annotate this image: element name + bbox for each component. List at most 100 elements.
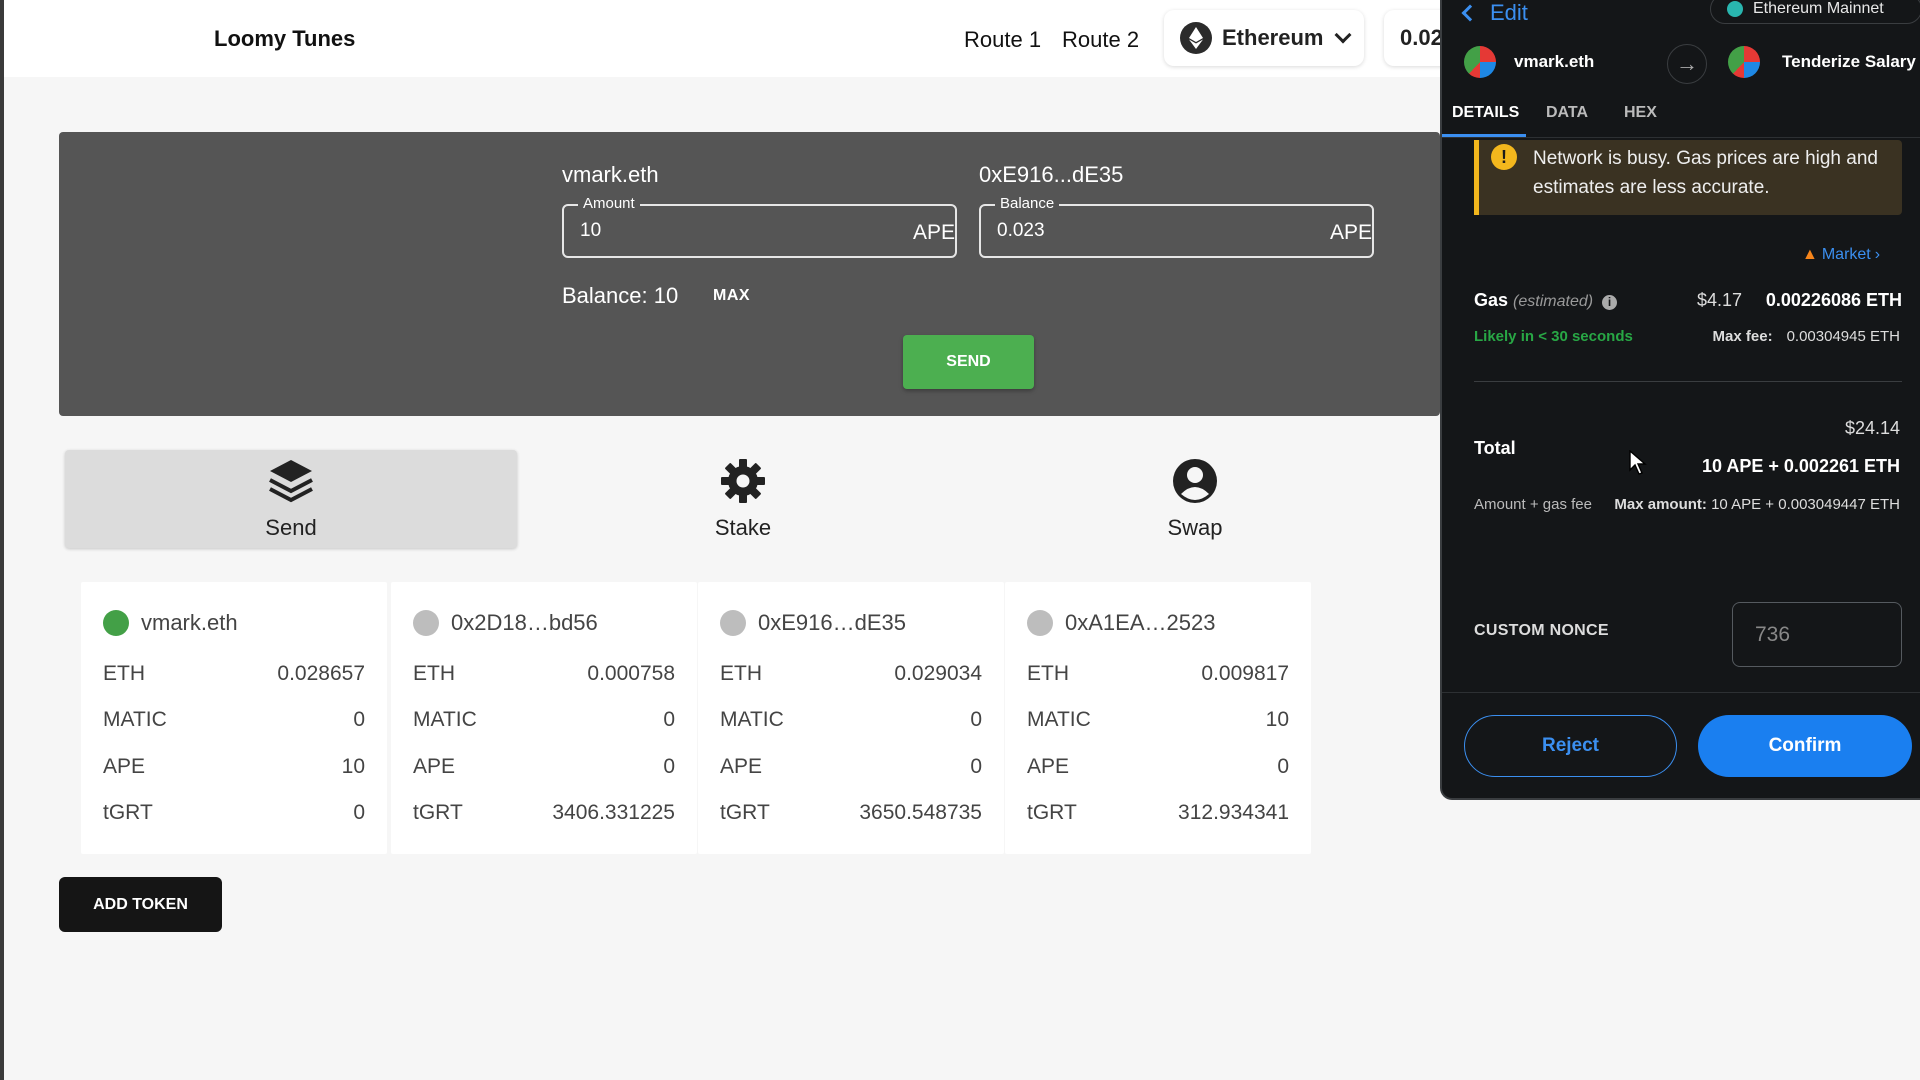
action-stake[interactable]: Stake (517, 450, 969, 548)
nav-route-2[interactable]: Route 2 (1062, 27, 1139, 53)
info-icon[interactable]: i (1602, 295, 1618, 310)
action-send-label: Send (265, 514, 317, 540)
network-selector[interactable]: Ethereum (1164, 10, 1364, 66)
token-symbol: ETH (720, 662, 762, 685)
tab-details[interactable]: DETAILS (1452, 104, 1519, 122)
tab-data[interactable]: DATA (1546, 104, 1588, 122)
to-account[interactable]: Tenderize Salary (1782, 52, 1916, 72)
account-name: vmark.eth (141, 610, 238, 635)
token-symbol: APE (1027, 755, 1070, 778)
avatar (1464, 46, 1496, 78)
edit-link[interactable]: Edit (1461, 0, 1528, 26)
token-symbol: tGRT (1027, 801, 1077, 824)
gas-label-text: Gas (1474, 290, 1509, 310)
action-swap[interactable]: Swap (969, 450, 1421, 548)
account-card[interactable]: 0xA1EA…2523 ETH 0.009817 MATIC 10 APE 0 tGR… (1005, 582, 1311, 854)
ethereum-icon (1180, 22, 1212, 54)
gas-row: Gas (estimated) i $4.17 0.00226086 ETH (1474, 290, 1902, 316)
gear-icon (720, 458, 766, 509)
token-row: tGRT 3650.548735 (720, 801, 982, 831)
token-row: APE 0 (1027, 755, 1289, 785)
custom-nonce-input[interactable] (1732, 602, 1902, 667)
app-brand[interactable]: Loomy Tunes (214, 26, 355, 52)
gas-usd: $4.17 (1696, 290, 1742, 310)
user-icon (1172, 458, 1218, 509)
arrow-right-icon: → (1667, 44, 1707, 84)
avatar (1728, 46, 1760, 78)
custom-nonce-label: CUSTOM NONCE (1474, 622, 1609, 639)
account-card[interactable]: vmark.eth ETH 0.028657 MATIC 0 APE 10 tGRT 0 (81, 582, 387, 854)
max-fee: Max fee: 0.00304945 ETH (1713, 328, 1900, 345)
amount-label: Amount (578, 195, 640, 212)
token-amount: 0.009817 (1201, 662, 1289, 685)
token-symbol: MATIC (720, 708, 784, 731)
left-edge (0, 0, 4, 1080)
token-symbol: MATIC (103, 708, 167, 731)
account-card[interactable]: 0x2D18…bd56 ETH 0.000758 MATIC 0 APE 0 tGRT… (391, 582, 697, 854)
account-name: 0xE916…dE35 (758, 610, 906, 635)
balance-value[interactable]: 0.023 (997, 220, 1045, 242)
balance-field[interactable]: Balance 0.023 APE (979, 195, 1374, 258)
balance-label: Balance (995, 195, 1060, 212)
token-symbol: APE (103, 755, 146, 778)
tab-indicator (1442, 134, 1526, 137)
reject-button[interactable]: Reject (1464, 715, 1677, 777)
status-dot (103, 610, 129, 636)
token-row: ETH 0.029034 (720, 662, 982, 692)
token-amount: 3406.331225 (552, 801, 675, 824)
amount-field[interactable]: Amount 10 APE (562, 195, 957, 258)
from-account[interactable]: vmark.eth (1514, 52, 1594, 72)
account-transfer-row: vmark.eth → Tenderize Salary (1442, 36, 1920, 88)
amount-value[interactable]: 10 (580, 220, 601, 242)
token-symbol: APE (413, 755, 456, 778)
token-symbol: APE (720, 755, 763, 778)
token-amount: 10 (341, 755, 365, 778)
max-button[interactable]: MAX (713, 287, 750, 305)
token-row: MATIC 10 (1027, 708, 1289, 738)
action-send[interactable]: Send (65, 450, 517, 548)
gas-eth: 0.00226086 ETH (1765, 290, 1902, 310)
token-amount: 0 (1277, 755, 1289, 778)
token-amount: 0 (353, 708, 365, 731)
edit-label: Edit (1490, 0, 1528, 25)
mouse-cursor-icon (1629, 450, 1647, 475)
status-dot (1027, 610, 1053, 636)
footer-divider (1442, 692, 1920, 693)
gas-estimated: (estimated) (1513, 293, 1594, 310)
max-amount-label: Max amount: (1614, 496, 1707, 513)
warning-text: Network is busy. Gas prices are high and… (1533, 148, 1878, 198)
token-symbol: ETH (413, 662, 455, 685)
token-row: tGRT 312.934341 (1027, 801, 1289, 831)
nav-route-1[interactable]: Route 1 (964, 27, 1041, 53)
wallet-network-badge[interactable]: Ethereum Mainnet (1710, 0, 1920, 24)
action-stake-label: Stake (714, 514, 772, 540)
status-dot (413, 610, 439, 636)
token-row: MATIC 0 (413, 708, 675, 738)
send-button[interactable]: SEND (903, 335, 1034, 389)
account-card[interactable]: 0xE916…dE35 ETH 0.029034 MATIC 0 APE 0 tGRT… (698, 582, 1004, 854)
network-dot-icon (1727, 1, 1743, 17)
token-row: ETH 0.000758 (413, 662, 675, 692)
token-row: MATIC 0 (720, 708, 982, 738)
account-name: 0x2D18…bd56 (451, 610, 598, 635)
token-row: APE 0 (720, 755, 982, 785)
token-amount: 0 (970, 708, 982, 731)
add-token-button[interactable]: ADD TOKEN (59, 877, 222, 932)
token-symbol: MATIC (413, 708, 477, 731)
token-symbol: tGRT (720, 801, 770, 824)
market-link[interactable]: ▲ Market › (1802, 246, 1880, 264)
token-amount: 0.000758 (587, 662, 675, 685)
token-row: ETH 0.028657 (103, 662, 365, 692)
confirm-button[interactable]: Confirm (1698, 715, 1912, 777)
max-amount: Max amount: 10 APE + 0.003049447 ETH (1610, 493, 1900, 516)
tab-hex[interactable]: HEX (1624, 104, 1657, 122)
token-amount: 312.934341 (1178, 801, 1289, 824)
to-address: 0xE916...dE35 (979, 162, 1124, 187)
status-dot (720, 610, 746, 636)
token-amount: 0 (663, 755, 675, 778)
wallet-popup: Edit Ethereum Mainnet vmark.eth → Tender… (1440, 0, 1920, 800)
token-amount: 3650.548735 (859, 801, 982, 824)
wallet-tabs: DETAILS DATA HEX (1442, 98, 1920, 138)
token-row: tGRT 3406.331225 (413, 801, 675, 831)
max-fee-value: 0.00304945 ETH (1786, 328, 1900, 345)
